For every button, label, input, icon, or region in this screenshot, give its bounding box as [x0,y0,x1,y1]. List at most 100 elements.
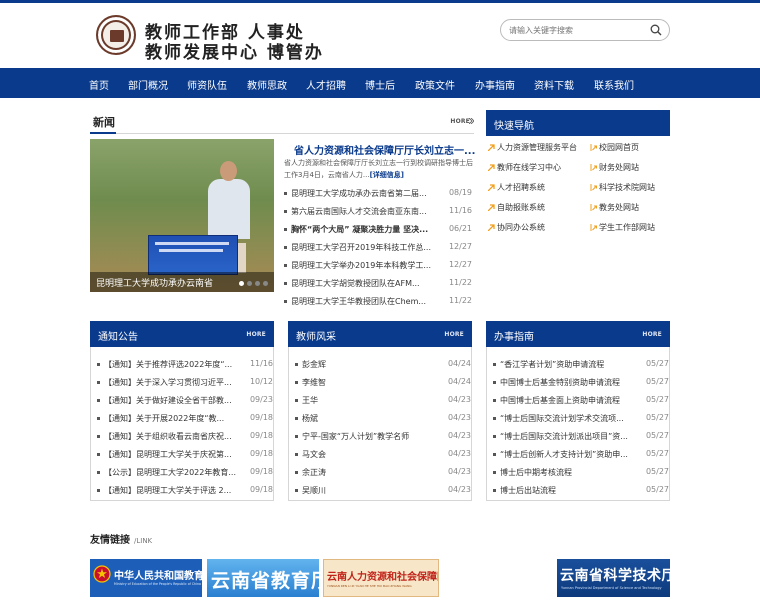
link-yunnan-education[interactable]: 云南省教育厅 [207,559,319,597]
news-item-title[interactable]: 昆明理工大学举办2019年本科教学工... [291,260,441,271]
notice-item[interactable]: 【通知】昆明理工大学关于评选 2... 09/18 [97,482,273,500]
news-item[interactable]: 昆明理工大学胡觉教授团队在AFM... 11/22 [284,275,472,293]
teachers-more-link[interactable]: HORE [444,331,464,338]
guide-item[interactable]: 博士后出站流程 05/27 [493,482,669,500]
guide-item[interactable]: 博士后中期考核流程 05/27 [493,464,669,482]
notice-item-title[interactable]: 【通知】关于深入学习贯彻习近平... [104,377,244,388]
news-headline[interactable]: 省人力资源和社会保障厅厅长刘立志一... [294,142,475,157]
slide-dot[interactable] [263,281,268,286]
link-yunnan-hrss[interactable]: 云南人力资源和社会保障网 YUNNAN REN LI ZI YUAN HE SH… [323,559,439,597]
university-seal-logo[interactable] [96,15,136,55]
teacher-item[interactable]: 彭金辉 04/24 [295,356,471,374]
teacher-item[interactable]: 吴顺川 04/23 [295,482,471,500]
news-item-title[interactable]: 胸怀“两个大局” 凝聚决胜力量 坚决... [291,224,441,235]
notices-more-link[interactable]: HORE [246,331,266,338]
news-slideshow[interactable]: 昆明理工大学成功承办云南省 [90,139,274,292]
guide-item[interactable]: 中国博士后基金特别资助申请流程 05/27 [493,374,669,392]
nav-guide[interactable]: 办事指南 [475,77,515,92]
teacher-item-title[interactable]: 吴顺川 [302,485,442,496]
teacher-item-title[interactable]: 王华 [302,395,442,406]
guide-item-title[interactable]: 中国博士后基金特别资助申请流程 [500,377,640,388]
guide-item-title[interactable]: “香江学者计划”资助申请流程 [500,359,640,370]
teacher-item-title[interactable]: 宁平-国家“万人计划”教学名师 [302,431,442,442]
slide-dot[interactable] [255,281,260,286]
search-icon[interactable] [650,24,662,36]
nav-home[interactable]: 首页 [89,77,109,92]
notice-item[interactable]: 【通知】关于推荐评选2022年度“... 11/16 [97,356,273,374]
quick-nav-link[interactable]: 学生工作部网站 [590,222,655,233]
quick-nav-link[interactable]: 教务处网站 [590,202,639,213]
link-ministry-of-education[interactable]: 中华人民共和国教育部 Ministry of Education of the … [90,559,202,597]
news-item[interactable]: 昆明理工大学召开2019年科技工作总... 12/27 [284,239,472,257]
teacher-item[interactable]: 杨斌 04/23 [295,410,471,428]
notice-item[interactable]: 【通知】关于开展2022年度“教... 09/18 [97,410,273,428]
nav-recruitment[interactable]: 人才招聘 [306,77,346,92]
teacher-item-title[interactable]: 余正涛 [302,467,442,478]
quick-nav-link[interactable]: 协同办公系统 [487,222,545,233]
guide-item[interactable]: 中国博士后基金面上资助申请流程 05/27 [493,392,669,410]
news-item-title[interactable]: 昆明理工大学成功承办云南省第二届... [291,188,441,199]
guide-item-title[interactable]: “博士后国际交流计划学术交流项... [500,413,640,424]
notice-item-title[interactable]: 【通知】昆明理工大学关于庆祝第... [104,449,244,460]
quick-nav-link[interactable]: 校园网首页 [590,142,639,153]
notice-item-title[interactable]: 【通知】关于开展2022年度“教... [104,413,244,424]
quick-nav-link[interactable]: 财务处网站 [590,162,639,173]
detail-link[interactable]: [详细信息] [370,171,404,179]
nav-downloads[interactable]: 资料下载 [534,77,574,92]
nav-teacher-ethics[interactable]: 教师思政 [247,77,287,92]
notice-item[interactable]: 【通知】关于组织收看云南省庆祝... 09/18 [97,428,273,446]
news-item[interactable]: 昆明理工大学王华教授团队在Chem... 11/22 [284,293,472,311]
teacher-item[interactable]: 余正涛 04/23 [295,464,471,482]
news-item-title[interactable]: 昆明理工大学胡觉教授团队在AFM... [291,278,441,289]
news-item-title[interactable]: 昆明理工大学王华教授团队在Chem... [291,296,441,307]
guide-item[interactable]: “香江学者计划”资助申请流程 05/27 [493,356,669,374]
guide-item-title[interactable]: 中国博士后基金面上资助申请流程 [500,395,640,406]
news-item-title[interactable]: 昆明理工大学召开2019年科技工作总... [291,242,441,253]
quick-nav-link[interactable]: 科学技术院网站 [590,182,655,193]
guide-more-link[interactable]: HORE [642,331,662,338]
news-item-title[interactable]: 第六届云南国际人才交流会南亚东南... [291,206,441,217]
news-item[interactable]: 昆明理工大学举办2019年本科教学工... 12/27 [284,257,472,275]
quick-nav-link[interactable]: 自助报账系统 [487,202,545,213]
notice-item-title[interactable]: 【通知】关于组织收看云南省庆祝... [104,431,244,442]
news-item[interactable]: 第六届云南国际人才交流会南亚东南... 11/16 [284,203,472,221]
guide-item-title[interactable]: “博士后国际交流计划派出项目”资... [500,431,640,442]
slide-dot[interactable] [239,281,244,286]
nav-contact[interactable]: 联系我们 [594,77,634,92]
nav-postdoc[interactable]: 博士后 [365,77,395,92]
teacher-item-title[interactable]: 马文会 [302,449,442,460]
guide-item-title[interactable]: 博士后中期考核流程 [500,467,640,478]
guide-item[interactable]: “博士后国际交流计划派出项目”资... 05/27 [493,428,669,446]
news-item[interactable]: 胸怀“两个大局” 凝聚决胜力量 坚决... 06/21 [284,221,472,239]
notice-item[interactable]: 【通知】关于做好建设全省干部教... 09/23 [97,392,273,410]
news-item[interactable]: 昆明理工大学成功承办云南省第二届... 08/19 [284,185,472,203]
nav-faculty[interactable]: 师资队伍 [187,77,227,92]
guide-item-title[interactable]: “博士后创新人才支持计划”资助申... [500,449,640,460]
teacher-item-title[interactable]: 杨斌 [302,413,442,424]
notice-item[interactable]: 【通知】关于深入学习贯彻习近平... 10/12 [97,374,273,392]
teacher-item[interactable]: 马文会 04/23 [295,446,471,464]
quick-nav-link[interactable]: 人力资源管理服务平台 [487,142,577,153]
news-more-link[interactable]: HORE [450,118,470,125]
notice-item[interactable]: 【公示】昆明理工大学2022年教育... 09/18 [97,464,273,482]
notice-item-title[interactable]: 【通知】关于做好建设全省干部教... [104,395,244,406]
notice-item[interactable]: 【通知】昆明理工大学关于庆祝第... 09/18 [97,446,273,464]
slide-dot[interactable] [247,281,252,286]
teacher-item[interactable]: 李维智 04/24 [295,374,471,392]
guide-item-title[interactable]: 博士后出站流程 [500,485,640,496]
search-input[interactable] [509,23,647,37]
teacher-item[interactable]: 宁平-国家“万人计划”教学名师 04/23 [295,428,471,446]
teacher-item[interactable]: 王华 04/23 [295,392,471,410]
notice-item-title[interactable]: 【通知】关于推荐评选2022年度“... [104,359,244,370]
notice-item-title[interactable]: 【通知】昆明理工大学关于评选 2... [104,485,244,496]
link-yunnan-science[interactable]: 云南省科学技术厅 Yunnan Provincial Department of… [557,559,670,597]
notice-item-title[interactable]: 【公示】昆明理工大学2022年教育... [104,467,244,478]
quick-nav-link[interactable]: 教师在线学习中心 [487,162,561,173]
teacher-item-title[interactable]: 李维智 [302,377,442,388]
guide-item[interactable]: “博士后国际交流计划学术交流项... 05/27 [493,410,669,428]
nav-policy[interactable]: 政策文件 [415,77,455,92]
nav-department[interactable]: 部门概况 [128,77,168,92]
teacher-item-title[interactable]: 彭金辉 [302,359,442,370]
quick-nav-link[interactable]: 人才招聘系统 [487,182,545,193]
guide-item[interactable]: “博士后创新人才支持计划”资助申... 05/27 [493,446,669,464]
